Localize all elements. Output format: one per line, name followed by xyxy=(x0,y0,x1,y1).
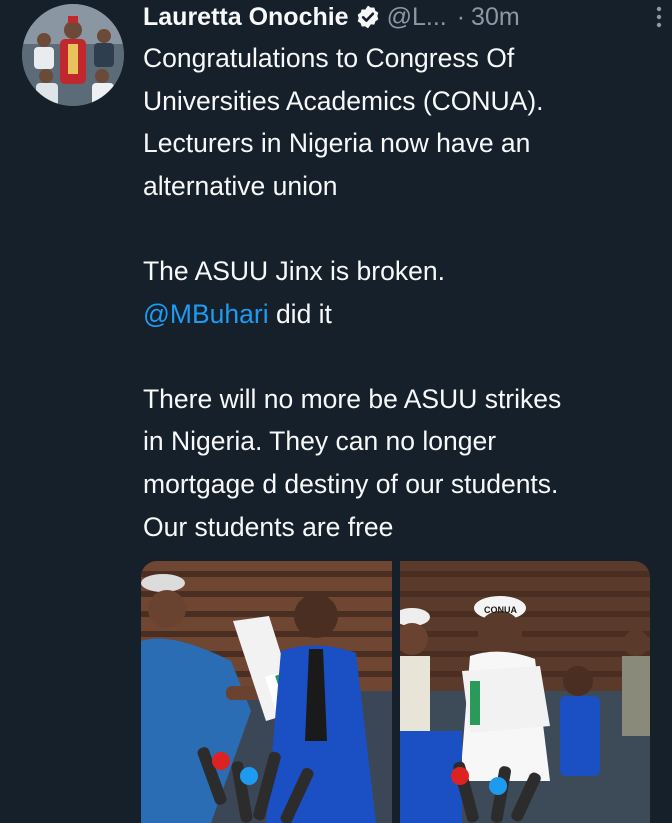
author-name[interactable]: Lauretta Onochie xyxy=(143,3,349,32)
photo-cap-text: CONUA xyxy=(484,605,517,615)
text-line: in Nigeria. They can no longer xyxy=(143,426,497,457)
text-line: Universities Academics (CONUA). xyxy=(143,85,544,116)
author-handle[interactable]: @L... xyxy=(387,3,447,32)
more-vertical-icon[interactable] xyxy=(654,4,664,30)
tweet-text: Congratulations to Congress Of Universit… xyxy=(143,37,663,548)
mention-link[interactable]: @MBuhari xyxy=(143,299,269,329)
tweet-timestamp[interactable]: 30m xyxy=(471,3,520,32)
avatar-image xyxy=(22,4,124,106)
text-line: The ASUU Jinx is broken. xyxy=(143,255,445,286)
photo-image-1 xyxy=(141,561,392,823)
mention-suffix: did it xyxy=(268,298,332,329)
text-line: Our students are free xyxy=(143,511,394,542)
tweet-media: CONUA xyxy=(141,561,650,823)
text-line: There will no more be ASUU strikes xyxy=(143,383,562,414)
tweet-paragraph-2: The ASUU Jinx is broken. @MBuhari did it xyxy=(143,250,663,335)
separator-dot: · xyxy=(456,2,466,31)
media-photo-1[interactable] xyxy=(141,561,392,823)
text-line: mortgage d destiny of our students. xyxy=(143,468,559,499)
author-avatar[interactable] xyxy=(22,4,124,106)
tweet-paragraph-1: Congratulations to Congress Of Universit… xyxy=(143,37,663,207)
tweet-header: Lauretta Onochie @L... · 30m xyxy=(143,0,662,34)
tweet-paragraph-3: There will no more be ASUU strikes in Ni… xyxy=(143,378,663,548)
text-line: Lecturers in Nigeria now have an xyxy=(143,128,531,159)
photo-image-2: CONUA xyxy=(400,561,650,823)
text-line: alternative union xyxy=(143,170,338,201)
verified-badge-icon xyxy=(357,5,378,29)
mention-line: @MBuhari did it xyxy=(143,293,663,336)
text-line: Congratulations to Congress Of xyxy=(143,43,515,73)
media-photo-2[interactable]: CONUA xyxy=(400,561,650,823)
